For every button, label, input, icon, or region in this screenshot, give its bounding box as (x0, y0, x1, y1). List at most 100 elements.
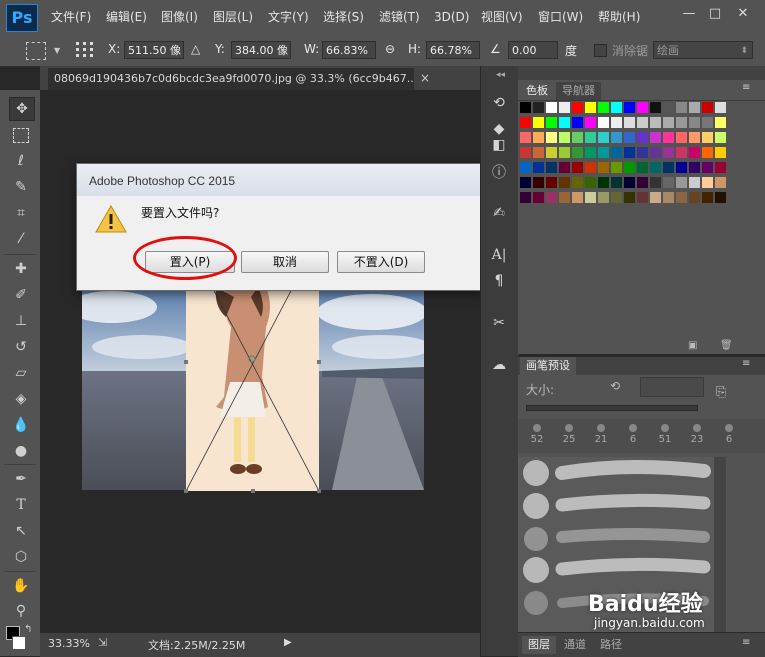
color-swatch[interactable] (663, 132, 674, 143)
color-swatch[interactable] (715, 162, 726, 173)
color-swatch[interactable] (533, 117, 544, 128)
color-swatch[interactable] (598, 102, 609, 113)
color-swatch[interactable] (702, 192, 713, 203)
adjustments-panel-icon[interactable]: ◧ (488, 134, 510, 156)
color-swatch[interactable] (624, 162, 635, 173)
color-swatch[interactable] (689, 117, 700, 128)
color-swatch[interactable] (663, 162, 674, 173)
info-panel-icon[interactable]: ⓘ (488, 162, 510, 184)
tools-preset-icon[interactable]: ✂ (488, 312, 510, 334)
brush-tip[interactable]: 6 (714, 421, 744, 453)
collapse-arrows-icon[interactable]: ◂◂ (496, 70, 505, 80)
color-swatch[interactable] (676, 162, 687, 173)
transform-handle[interactable] (184, 489, 188, 493)
menu-filter[interactable]: 滤镜(T) (379, 0, 420, 34)
type-tool-icon[interactable]: T (9, 494, 33, 516)
color-swatch[interactable] (702, 162, 713, 173)
brush-tool-icon[interactable]: ✐ (9, 284, 33, 306)
interpolation-select[interactable]: 绘画 ⬍ (653, 41, 753, 59)
color-swatch[interactable] (533, 132, 544, 143)
color-swatch[interactable] (663, 147, 674, 158)
color-swatch[interactable] (663, 177, 674, 188)
pen-tool-icon[interactable]: ✒ (9, 468, 33, 490)
menu-edit[interactable]: 编辑(E) (106, 0, 147, 34)
color-swatch[interactable] (676, 117, 687, 128)
color-swatch[interactable] (520, 177, 531, 188)
menu-3d[interactable]: 3D(D) (434, 0, 469, 34)
color-swatch[interactable] (585, 132, 596, 143)
color-swatch[interactable] (624, 102, 635, 113)
color-swatch[interactable] (663, 192, 674, 203)
color-swatch[interactable] (624, 117, 635, 128)
menu-select[interactable]: 选择(S) (323, 0, 364, 34)
swap-colors-icon[interactable]: ↰ (24, 624, 32, 635)
brush-tip[interactable]: 6 (618, 421, 648, 453)
reset-size-icon[interactable]: ⟲ (610, 379, 620, 393)
color-swatch[interactable] (650, 192, 661, 203)
color-swatch[interactable] (572, 177, 583, 188)
brush-panel-title[interactable]: 画笔预设 (520, 357, 576, 375)
blur-tool-icon[interactable]: 💧 (9, 414, 33, 436)
swatch-grid[interactable] (520, 102, 740, 207)
menu-layer[interactable]: 图层(L) (213, 0, 253, 34)
color-swatch[interactable] (715, 147, 726, 158)
color-swatch[interactable] (520, 162, 531, 173)
color-swatch[interactable] (533, 192, 544, 203)
color-swatch[interactable] (611, 177, 622, 188)
close-tab-icon[interactable]: × (420, 69, 434, 87)
color-swatch[interactable] (598, 147, 609, 158)
color-swatch[interactable] (715, 192, 726, 203)
color-swatch[interactable] (715, 132, 726, 143)
delete-swatch-icon[interactable]: 🗑 (720, 340, 733, 351)
dodge-tool-icon[interactable]: ● (9, 440, 33, 462)
color-swatch[interactable] (611, 147, 622, 158)
color-swatch[interactable] (650, 147, 661, 158)
color-swatch[interactable] (676, 132, 687, 143)
color-swatch[interactable] (715, 177, 726, 188)
color-swatch[interactable] (650, 177, 661, 188)
color-swatch[interactable] (676, 102, 687, 113)
color-swatch[interactable] (702, 132, 713, 143)
color-swatch[interactable] (689, 162, 700, 173)
color-swatch[interactable] (598, 177, 609, 188)
export-icon[interactable]: ⇲ (98, 636, 107, 649)
size-input[interactable] (640, 377, 704, 397)
link-icon[interactable]: ⊖ (385, 42, 395, 56)
color-swatch[interactable] (520, 117, 531, 128)
tab-paths[interactable]: 路径 (594, 636, 628, 654)
height-input[interactable]: 66.78% (426, 41, 480, 59)
color-swatch[interactable] (546, 132, 557, 143)
color-swatch[interactable] (559, 102, 570, 113)
color-swatch[interactable] (637, 162, 648, 173)
color-swatch[interactable] (585, 117, 596, 128)
reference-point-grid-icon[interactable] (74, 40, 96, 60)
color-swatch[interactable] (702, 147, 713, 158)
marquee-tool-icon[interactable] (9, 124, 33, 146)
menu-window[interactable]: 窗口(W) (538, 0, 583, 34)
color-swatch[interactable] (559, 162, 570, 173)
antialias-checkbox[interactable] (594, 44, 607, 57)
x-input[interactable]: 511.50 像 (124, 41, 184, 59)
color-swatch[interactable] (559, 117, 570, 128)
status-menu-arrow-icon[interactable]: ▶ (284, 637, 292, 648)
color-swatch[interactable] (533, 162, 544, 173)
color-swatch[interactable] (650, 102, 661, 113)
color-swatch[interactable] (650, 162, 661, 173)
color-swatch[interactable] (559, 147, 570, 158)
delta-icon[interactable]: △ (191, 42, 200, 56)
tab-swatches[interactable]: 色板 (520, 82, 554, 100)
color-swatch[interactable] (702, 102, 713, 113)
create-brush-icon[interactable]: ⎘ (716, 385, 726, 400)
dont-place-button[interactable]: 不置入(D) (337, 251, 425, 273)
angle-input[interactable]: 0.00 (508, 41, 558, 59)
menu-image[interactable]: 图像(I) (161, 0, 198, 34)
paragraph-panel-icon[interactable]: ¶ (488, 270, 510, 292)
color-swatch[interactable] (715, 102, 726, 113)
color-swatch[interactable] (572, 102, 583, 113)
color-swatch[interactable] (546, 177, 557, 188)
color-swatch[interactable] (533, 147, 544, 158)
brush-tip[interactable]: 52 (522, 421, 552, 453)
minimize-button[interactable]: — (678, 4, 700, 24)
color-swatch[interactable] (585, 162, 596, 173)
color-swatch[interactable] (650, 117, 661, 128)
